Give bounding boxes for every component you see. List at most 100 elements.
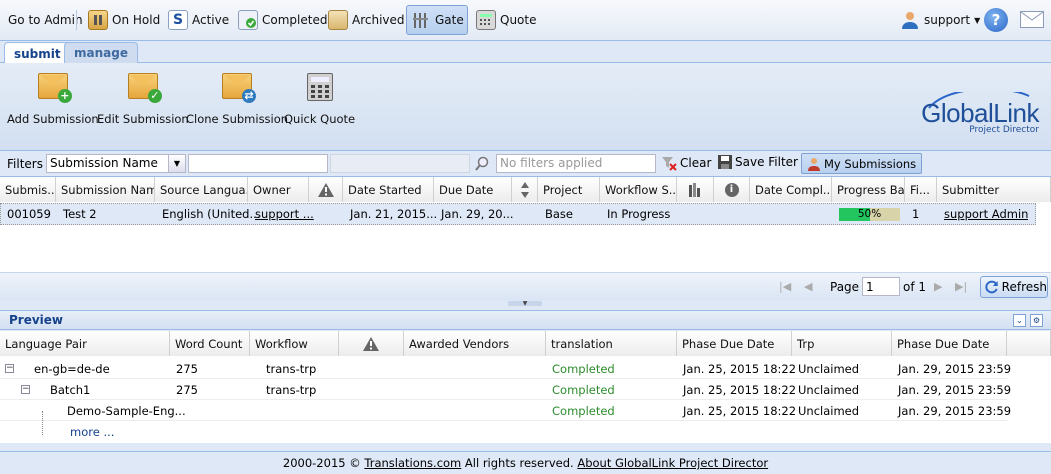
completed-button[interactable]: Completed bbox=[234, 5, 331, 35]
page-number-input[interactable]: 1 bbox=[862, 277, 900, 296]
col-warning[interactable] bbox=[309, 177, 343, 202]
workflow-cell: trans-trp bbox=[266, 382, 317, 397]
submissions-grid: Submis... Submission Name Source Langua.… bbox=[0, 177, 1051, 272]
owner-link[interactable]: support ... bbox=[249, 204, 314, 224]
col-info[interactable]: i bbox=[714, 177, 750, 202]
user-menu[interactable]: support ▼ bbox=[896, 5, 984, 35]
col-date-started[interactable]: Date Started bbox=[343, 177, 434, 202]
gate-icon bbox=[411, 10, 431, 30]
go-to-admin-label: Go to Admin bbox=[8, 13, 83, 27]
col-submission-name[interactable]: Submission Name bbox=[56, 177, 155, 202]
tree-row[interactable]: Demo-Sample-Eng... Completed Jan. 25, 20… bbox=[0, 400, 1011, 421]
refresh-button[interactable]: Refresh bbox=[980, 276, 1048, 298]
about-link[interactable]: About GlobalLink Project Director bbox=[577, 456, 768, 470]
col-priority[interactable] bbox=[512, 177, 538, 202]
filter-field-select[interactable]: Submission Name ▼ bbox=[46, 154, 186, 173]
col-date-completed[interactable]: Date Compl... bbox=[750, 177, 832, 202]
col-word-count[interactable]: Word Count bbox=[170, 331, 250, 356]
collapse-node-icon[interactable]: − bbox=[21, 385, 30, 394]
tab-strip: submit manage bbox=[0, 41, 1051, 64]
col-due-date[interactable]: Due Date bbox=[434, 177, 512, 202]
collapse-icon[interactable]: ⌄ bbox=[1013, 314, 1026, 327]
col-preview-warning[interactable] bbox=[339, 331, 404, 356]
col-submission-id[interactable]: Submis... bbox=[0, 177, 56, 202]
completed-check-icon bbox=[238, 10, 258, 30]
save-filter-button[interactable]: Save Filter bbox=[718, 155, 798, 169]
bar-chart-icon bbox=[689, 182, 700, 197]
col-trp[interactable]: Trp bbox=[792, 331, 892, 356]
col-files[interactable]: Fi... bbox=[905, 177, 937, 202]
page-label: Page bbox=[830, 280, 860, 294]
user-icon bbox=[808, 157, 820, 171]
cell-id: 001059 bbox=[7, 207, 51, 221]
globallink-logo: GlobalLink Project Director bbox=[889, 92, 1039, 136]
quote-button[interactable]: Quote bbox=[472, 5, 540, 35]
col-phase-due-date[interactable]: Phase Due Date bbox=[677, 331, 792, 356]
col-workflow-status[interactable]: Workflow S... bbox=[600, 177, 677, 202]
cell-project: Base bbox=[545, 207, 574, 221]
tree-node-label: Demo-Sample-Eng... bbox=[67, 403, 186, 418]
preview-grid: Language Pair Word Count Workflow Awarde… bbox=[0, 331, 1051, 443]
tree-row[interactable]: − en-gb=de-de 275 trans-trp Completed Ja… bbox=[0, 358, 1011, 379]
word-count-cell: 275 bbox=[176, 361, 198, 376]
gear-icon[interactable]: ⚙ bbox=[1030, 314, 1043, 327]
edit-submission-button[interactable]: ✓ Edit Submission bbox=[97, 73, 189, 126]
progress-label: 50% bbox=[857, 208, 882, 220]
table-row[interactable]: 001059 Test 2 English (United... support… bbox=[0, 203, 1036, 225]
col-project[interactable]: Project bbox=[538, 177, 600, 202]
tree-node-label: Batch1 bbox=[50, 382, 91, 397]
archive-box-icon bbox=[328, 10, 348, 30]
quick-quote-button[interactable]: Quick Quote bbox=[284, 73, 355, 126]
trp-cell: Unclaimed bbox=[798, 403, 860, 418]
help-icon[interactable]: ? bbox=[984, 8, 1008, 32]
add-submission-button[interactable]: + Add Submission bbox=[7, 73, 99, 126]
splitter[interactable]: ▼ bbox=[0, 300, 1051, 310]
clear-label: Clear bbox=[680, 156, 712, 170]
cell-workflow: In Progress bbox=[607, 207, 671, 221]
translations-link[interactable]: Translations.com bbox=[364, 456, 461, 470]
prev-page-icon[interactable]: ◀ bbox=[804, 280, 812, 293]
col-awarded-vendors[interactable]: Awarded Vendors bbox=[404, 331, 546, 356]
col-translation[interactable]: translation bbox=[546, 331, 677, 356]
col-workflow[interactable]: Workflow bbox=[250, 331, 339, 356]
last-page-icon[interactable]: ▶| bbox=[955, 280, 967, 293]
search-icon[interactable] bbox=[474, 156, 490, 175]
user-name: support bbox=[924, 13, 971, 27]
col-chart[interactable] bbox=[677, 177, 714, 202]
submitter-link[interactable]: support Admin bbox=[938, 204, 1028, 224]
collapse-node-icon[interactable]: − bbox=[5, 364, 14, 373]
active-label: Active bbox=[192, 13, 230, 27]
tab-manage[interactable]: manage bbox=[64, 42, 138, 63]
search-input[interactable]: No filters applied bbox=[496, 154, 656, 173]
on-hold-button[interactable]: On Hold bbox=[84, 5, 164, 35]
archived-button[interactable]: Archived bbox=[324, 5, 409, 35]
first-page-icon[interactable]: |◀ bbox=[779, 280, 791, 293]
more-link[interactable]: more ... bbox=[70, 425, 114, 439]
col-owner[interactable]: Owner bbox=[248, 177, 309, 202]
mail-icon[interactable] bbox=[1020, 11, 1044, 28]
save-disk-icon bbox=[718, 155, 732, 169]
trp-cell: Unclaimed bbox=[798, 361, 860, 376]
go-to-admin-button[interactable]: Go to Admin bbox=[4, 5, 87, 35]
gate-button[interactable]: Gate bbox=[406, 5, 468, 35]
chevron-down-icon[interactable]: ▼ bbox=[168, 155, 185, 172]
next-page-icon[interactable]: ▶ bbox=[934, 280, 942, 293]
col-phase-due-date-2[interactable]: Phase Due Date bbox=[892, 331, 1007, 356]
tab-submit[interactable]: submit bbox=[4, 42, 71, 64]
footer: 2000-2015 © Translations.com All rights … bbox=[0, 451, 1051, 474]
active-button[interactable]: S Active bbox=[164, 5, 233, 35]
edit-submission-label: Edit Submission bbox=[97, 112, 189, 126]
sort-arrows-icon bbox=[520, 181, 529, 198]
trp-cell: Unclaimed bbox=[798, 382, 860, 397]
col-submitter[interactable]: Submitter bbox=[937, 177, 1051, 202]
clear-button[interactable]: Clear bbox=[661, 155, 711, 171]
col-progress-bar[interactable]: Progress Bar bbox=[832, 177, 905, 202]
collapse-handle-icon[interactable]: ▼ bbox=[508, 301, 542, 307]
phase-due-2-cell: Jan. 29, 2015 23:59 bbox=[898, 382, 1012, 397]
col-language-pair[interactable]: Language Pair bbox=[0, 331, 170, 356]
tree-row[interactable]: − Batch1 275 trans-trp Completed Jan. 25… bbox=[0, 379, 1011, 400]
my-submissions-toggle[interactable]: My Submissions bbox=[801, 153, 923, 174]
filter-value-input[interactable] bbox=[188, 154, 328, 173]
col-source-language[interactable]: Source Langua... bbox=[155, 177, 248, 202]
clone-submission-button[interactable]: ⇄ Clone Submission bbox=[186, 73, 288, 126]
